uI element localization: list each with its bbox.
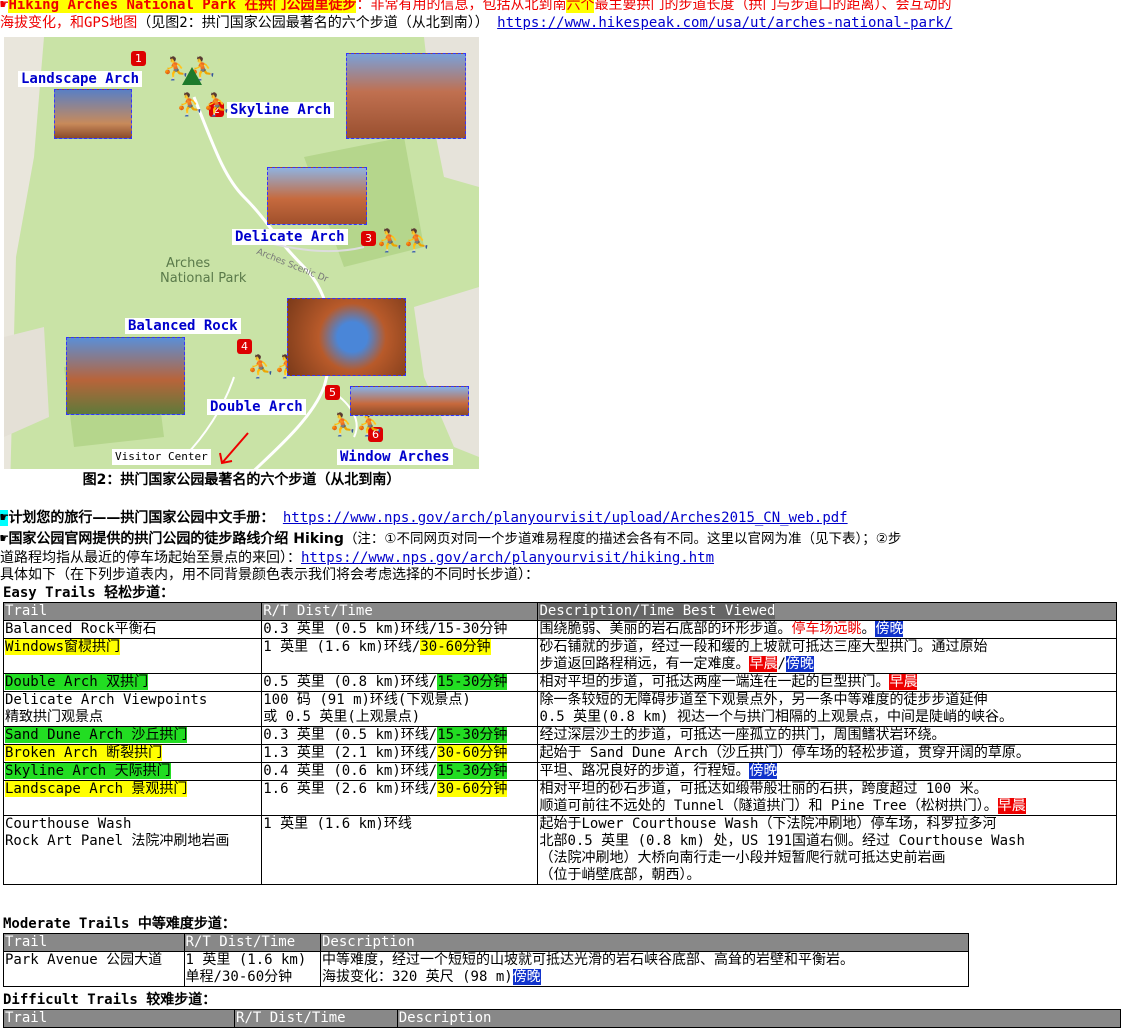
intro-line2b: （见图2：拱门国家公园最著名的六个步道（从北到南））: [137, 15, 489, 31]
balanced-rock-label: Balanced Rock: [125, 318, 241, 334]
double-arch-label: Double Arch: [207, 399, 306, 415]
nps-hiking-link[interactable]: https://www.nps.gov/arch/planyourvisit/h…: [301, 550, 714, 566]
difficult-trails-title: Difficult Trails 较难步道：: [3, 992, 217, 1008]
visitor-center-label: Visitor Center: [112, 449, 211, 465]
table-header-row: Trail R/T Dist/Time Description: [3, 933, 970, 952]
evening-badge: 傍晚: [749, 763, 778, 779]
hiker-icon: ⛹⛹: [176, 93, 231, 118]
marker-3: 3: [361, 231, 376, 246]
plan-line: ☛计划您的旅行——拱门国家公园中文手册： https://www.nps.gov…: [0, 510, 848, 527]
intro-line-2: 海拔变化，和GPS地图（见图2：拱门国家公园最著名的六个步道（从北到南）） ht…: [0, 15, 952, 32]
header-desc: Description/Time Best Viewed: [537, 602, 1117, 621]
table-header-row: Trail R/T Dist/Time Description/Time Bes…: [2, 602, 1117, 621]
intro-text-1: ：非常有用的信息，包括从北到南: [356, 0, 567, 13]
moderate-trails-table: Trail R/T Dist/Time Description Park Ave…: [3, 933, 970, 987]
moderate-trails-title: Moderate Trails 中等难度步道：: [3, 916, 236, 932]
table-row: Landscape Arch 景观拱门 1.6 英里 (2.6 km)环线/30…: [2, 780, 1117, 816]
visitor-arrow-icon: [219, 432, 249, 465]
evening-badge: 傍晚: [512, 969, 541, 985]
intro-six: 六个: [566, 0, 595, 13]
official-line-2: 道路程均指从最近的停车场起始至景点的来回）：https://www.nps.go…: [0, 550, 714, 567]
intro-line2: 海拔变化，和GPS地图: [0, 15, 138, 31]
morning-badge: 早晨: [889, 674, 918, 690]
hiker-icon: ⛹⛹: [329, 413, 384, 438]
morning-badge: 早晨: [997, 798, 1026, 814]
skyline-arch-photo: [346, 53, 466, 139]
intro-line-1: ☛Hiking Arches National Park 在拱门公园里徒步：非常…: [0, 0, 951, 14]
official-line-3: 具体如下（在下列步道表内，用不同背景颜色表示我们将会考虑选择的不同时长步道）：: [0, 567, 539, 583]
marker-4: 4: [237, 339, 252, 354]
window-arches-photo: [350, 386, 469, 416]
table-row: Broken Arch 断裂拱门 1.3 英里 (2.1 km)环线/30-60…: [2, 744, 1117, 763]
intro-title: Hiking Arches National Park 在拱门公园里徒步: [8, 0, 357, 13]
intro-text-2: 最主要拱门的步道长度（拱门与步道口的距离）、会互动的: [594, 0, 952, 13]
park-name-line-2: National Park: [160, 271, 247, 286]
table-row: Courthouse Wash Rock Art Panel 法院冲刷地岩画 1 …: [2, 815, 1117, 885]
table-row: Park Avenue 公园大道 1 英里 (1.6 km) 单程/30-60分钟…: [3, 951, 970, 987]
marker-5: 5: [325, 385, 340, 400]
trail-map: Landscape Arch Skyline Arch Delicate Arc…: [4, 37, 479, 491]
hiker-icon: ⛹⛹: [376, 229, 431, 254]
morning-badge: 早晨: [749, 656, 778, 672]
evening-badge: 傍晚: [875, 621, 904, 637]
skyline-arch-label: Skyline Arch: [227, 102, 335, 118]
difficult-trails-table: Trail R/T Dist/Time Description: [2, 1009, 1122, 1028]
easy-trails-title: Easy Trails 轻松步道：: [3, 585, 175, 601]
official-line2: 道路程均指从最近的停车场起始至景点的来回）：: [0, 550, 301, 566]
table-row: Skyline Arch 天际拱门 0.4 英里 (0.6 km)环线/15-3…: [2, 762, 1117, 781]
delicate-arch-label: Delicate Arch: [232, 229, 348, 245]
marker-1: 1: [131, 51, 146, 66]
landscape-arch-label: Landscape Arch: [18, 71, 143, 87]
delicate-arch-photo: [267, 167, 367, 225]
evening-badge: 傍晚: [785, 656, 814, 672]
park-name-line-1: Arches: [166, 256, 211, 271]
table-row: Sand Dune Arch 沙丘拱门 0.3 英里 (0.5 km)环线/15…: [2, 726, 1117, 745]
plan-label: 计划您的旅行——拱门国家公园中文手册：: [8, 510, 275, 526]
window-arches-label: Window Arches: [337, 449, 453, 465]
official-note: （注：①不同网页对同一个步道难易程度的描述会各有不同。这里以官网为准（见下表）；…: [343, 531, 902, 547]
nps-brochure-link[interactable]: https://www.nps.gov/arch/planyourvisit/u…: [283, 510, 848, 526]
easy-trails-table: Trail R/T Dist/Time Description/Time Bes…: [2, 602, 1117, 885]
header-dist: R/T Dist/Time: [261, 602, 539, 621]
campground-icon: [182, 67, 202, 85]
table-row: Double Arch 双拱门 0.5 英里 (0.8 km)环线/15-30分…: [2, 673, 1117, 692]
table-header-row: Trail R/T Dist/Time Description: [2, 1009, 1122, 1028]
balanced-rock-photo: [66, 337, 185, 415]
landscape-arch-photo: [54, 89, 132, 139]
header-trail: Trail: [2, 602, 263, 621]
double-arch-photo: [287, 298, 406, 376]
table-row: Delicate Arch Viewpoints 精致拱门观景点 100 码 (9…: [2, 691, 1117, 727]
official-label: 国家公园官网提供的拱门公园的徒步路线介绍 Hiking: [8, 531, 344, 547]
table-row: Windows窗棂拱门 1 英里 (1.6 km)环线/30-60分钟 砂石铺就…: [2, 638, 1117, 674]
official-line-1: ☛国家公园官网提供的拱门公园的徒步路线介绍 Hiking（注：①不同网页对同一个…: [0, 531, 901, 548]
map-caption: 图2：拱门国家公园最著名的六个步道（从北到南）: [4, 469, 479, 491]
hikespeak-link[interactable]: https://www.hikespeak.com/usa/ut/arches-…: [497, 15, 952, 31]
table-row: Balanced Rock平衡石 0.3 英里 (0.5 km)环线/15-30…: [2, 620, 1117, 639]
